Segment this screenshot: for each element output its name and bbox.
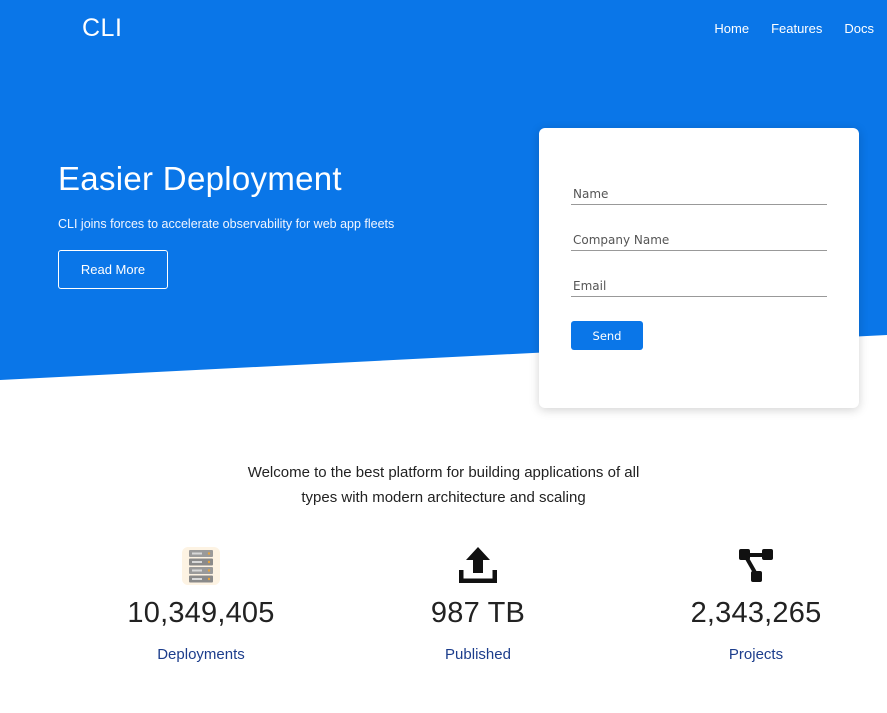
flow-nodes-icon	[646, 545, 866, 587]
stat-value: 2,343,265	[690, 597, 822, 629]
stat-projects: 2,343,265 Projects	[646, 545, 866, 663]
stat-value: 987 TB	[430, 597, 526, 629]
stat-value: 10,349,405	[127, 597, 275, 629]
email-field[interactable]	[571, 275, 827, 297]
welcome-text: Welcome to the best platform for buildin…	[0, 460, 887, 510]
brand-logo[interactable]: CLI	[82, 14, 122, 43]
nav-docs[interactable]: Docs	[844, 21, 874, 36]
stat-deployments: 10,349,405 Deployments	[91, 545, 311, 663]
company-name-field[interactable]	[571, 229, 827, 251]
read-more-button[interactable]: Read More	[58, 250, 168, 289]
server-rack-icon	[91, 545, 311, 587]
hero-title: Easier Deployment	[58, 160, 342, 197]
send-button[interactable]: Send	[571, 321, 643, 350]
welcome-line-1: Welcome to the best platform for buildin…	[247, 464, 640, 481]
contact-form-card: Send	[539, 128, 859, 408]
hero-subtitle: CLI joins forces to accelerate observabi…	[58, 217, 395, 231]
stat-label: Projects	[728, 646, 784, 663]
stat-label: Deployments	[157, 646, 245, 663]
name-field[interactable]	[571, 183, 827, 205]
stat-published: 987 TB Published	[368, 545, 588, 663]
nav-features[interactable]: Features	[771, 21, 822, 36]
upload-icon	[368, 545, 588, 587]
top-nav: Home Features Docs	[692, 21, 874, 36]
welcome-line-2: types with modern architecture and scali…	[301, 489, 586, 506]
stat-label: Published	[445, 646, 511, 663]
nav-home[interactable]: Home	[714, 21, 749, 36]
